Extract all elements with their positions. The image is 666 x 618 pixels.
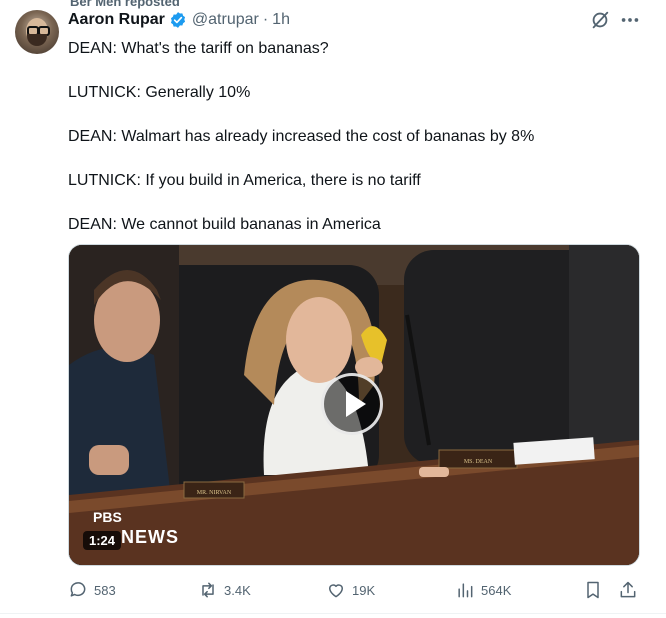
social-context: Ber Men reposted [70, 0, 180, 9]
tweet-line: LUTNICK: Generally 10% [68, 84, 251, 101]
author-handle[interactable]: @atrupar [192, 11, 259, 29]
share-button[interactable] [618, 580, 644, 600]
tweet-line: DEAN: Walmart has already increased the … [68, 128, 535, 145]
watermark-top: PBS [93, 509, 122, 525]
tweet-line: LUTNICK: If you build in America, there … [68, 172, 421, 189]
divider [0, 613, 666, 614]
tweet-actions: 583 3.4K 19K 564K [68, 580, 644, 604]
reply-count: 583 [94, 582, 116, 598]
reply-button[interactable]: 583 [68, 580, 116, 600]
verified-badge-icon [170, 12, 185, 28]
views-icon [458, 583, 473, 598]
bookmark-button[interactable] [583, 580, 609, 600]
views-button[interactable]: 564K [455, 580, 511, 600]
avatar[interactable] [15, 10, 59, 54]
heart-icon [329, 584, 343, 598]
share-icon [620, 581, 636, 598]
reply-icon [70, 582, 86, 597]
nameplate-right: MS. DEAN [464, 459, 493, 465]
more-options-icon[interactable] [619, 9, 641, 31]
author-name[interactable]: Aaron Rupar [68, 11, 165, 29]
repost-count: 3.4K [224, 582, 251, 598]
watermark-bottom: NEWS [121, 527, 179, 547]
like-button[interactable]: 19K [326, 580, 375, 600]
video-player[interactable]: MR. NIRVAN MS. DEAN PBS NEWS 1:24 [68, 244, 640, 566]
pbs-news-watermark: PBS NEWS [93, 509, 178, 547]
tweet-header: Aaron Rupar @atrupar · 1h [68, 11, 290, 29]
nameplate-left: MR. NIRVAN [197, 490, 232, 496]
tweet-line: DEAN: What's the tariff on bananas? [68, 40, 329, 57]
grok-icon[interactable] [589, 9, 611, 31]
video-duration: 1:24 [83, 531, 122, 550]
tweet-line: DEAN: We cannot build bananas in America [68, 216, 381, 233]
repost-button[interactable]: 3.4K [198, 580, 251, 600]
tweet-text: DEAN: What's the tariff on bananas? LUTN… [68, 38, 534, 258]
repost-icon [202, 582, 214, 598]
view-count: 564K [481, 582, 512, 598]
like-count: 19K [352, 582, 376, 598]
play-button[interactable] [321, 373, 383, 435]
bookmark-icon [587, 581, 599, 599]
timestamp[interactable]: 1h [272, 11, 290, 29]
separator-dot: · [262, 11, 269, 28]
